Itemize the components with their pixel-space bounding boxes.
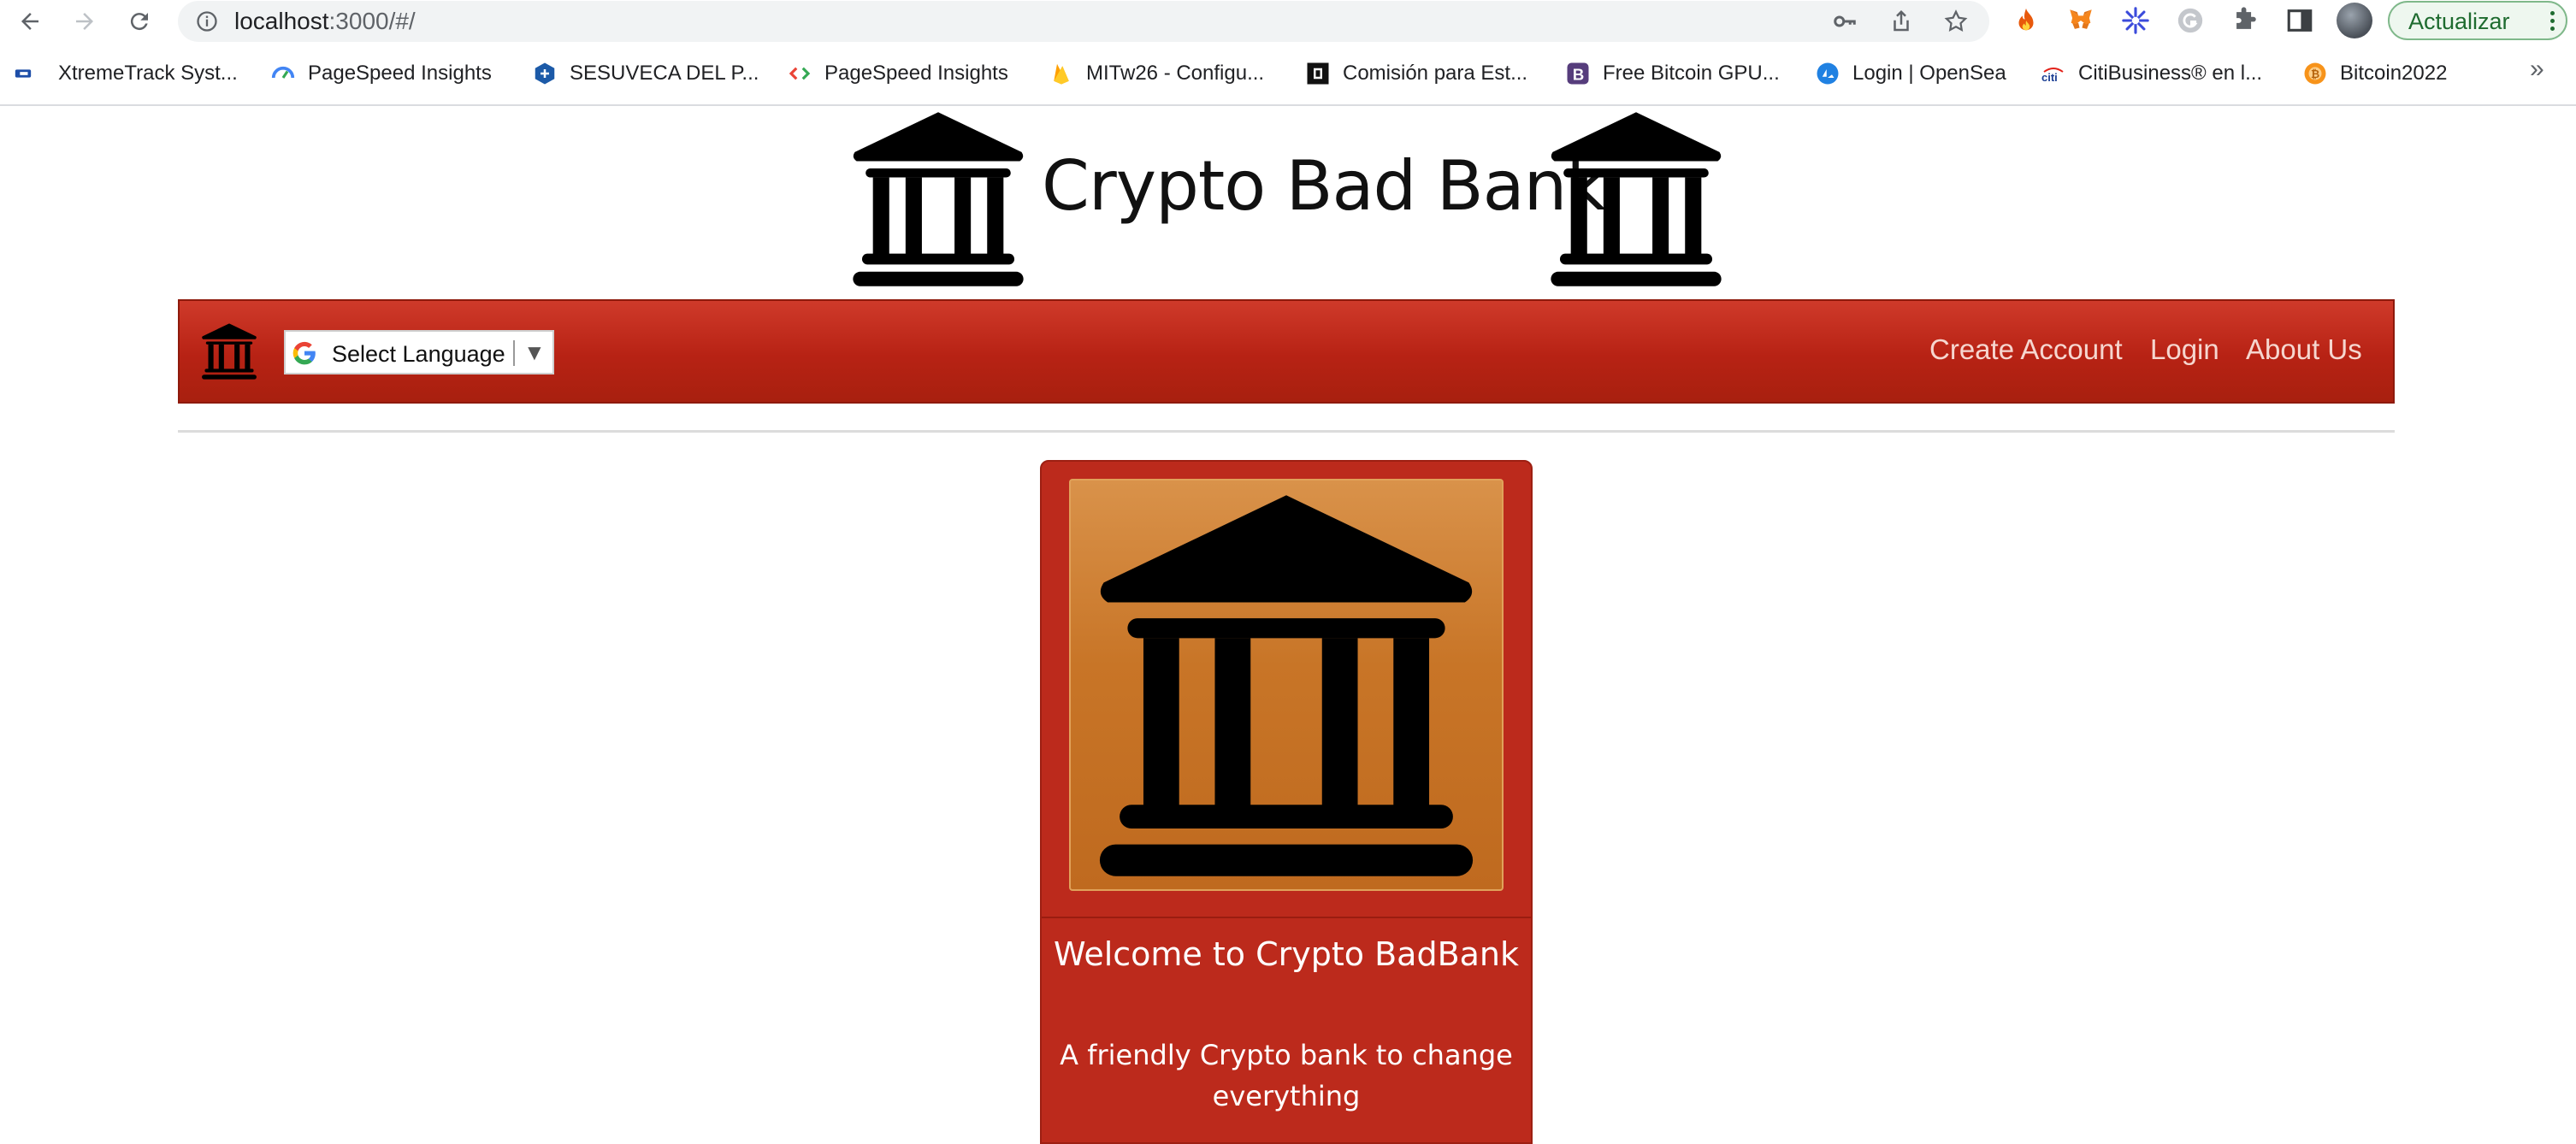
url-host: localhost — [234, 8, 329, 34]
firebase-icon — [1049, 61, 1074, 86]
page-content: Crypto Bad Bank Select Language ▼ Create… — [0, 106, 2576, 1144]
reload-button[interactable] — [121, 3, 157, 39]
language-select[interactable]: Select Language ▼ — [284, 330, 554, 374]
bookmark-item[interactable]: XtremeTrack Syst... — [14, 58, 238, 89]
bookmarks-bar: XtremeTrack Syst... PageSpeed Insights S… — [0, 43, 2576, 106]
profile-avatar[interactable] — [2337, 3, 2372, 38]
bootstrap-icon: B — [1565, 61, 1591, 86]
sesuveca-icon — [532, 61, 558, 86]
bookmark-label: XtremeTrack Syst... — [58, 62, 238, 85]
side-panel-button[interactable] — [2284, 4, 2316, 37]
fire-extension-icon — [2018, 8, 2034, 31]
bookmark-label: CitiBusiness® en l... — [2078, 62, 2263, 85]
bank-logo-icon[interactable] — [200, 321, 258, 381]
grammarly-extension-button[interactable] — [2174, 4, 2207, 37]
svg-text:B: B — [1573, 66, 1585, 84]
back-button[interactable] — [12, 3, 48, 39]
update-label: Actualizar — [2408, 9, 2510, 34]
update-button[interactable]: Actualizar — [2388, 1, 2567, 40]
puzzle-extensions-icon — [2236, 7, 2256, 29]
grammarly-extension-icon — [2177, 8, 2203, 33]
share-button[interactable] — [1887, 7, 1916, 36]
bank-icon — [1545, 109, 1728, 290]
pagespeed-code-icon — [787, 61, 812, 86]
key-icon — [1834, 15, 1856, 27]
language-select-label: Select Language — [332, 341, 505, 367]
bank-icon — [847, 109, 1030, 290]
bookmark-item[interactable]: ₿ Bitcoin2022 — [2302, 58, 2447, 89]
share-icon — [1894, 9, 1909, 32]
card-text: A friendly Crypto bank to change everyth… — [1060, 1039, 1513, 1112]
bookmarks-overflow-button[interactable]: » — [2530, 55, 2544, 84]
nav-about-us[interactable]: About Us — [2246, 333, 2362, 366]
card-image — [1069, 479, 1504, 891]
welcome-card: Welcome to Crypto BadBank A friendly Cry… — [1040, 460, 1533, 1144]
browser-toolbar: localhost:3000/#/ Actualizar — [0, 0, 2576, 43]
bookmark-label: Free Bitcoin GPU... — [1603, 62, 1780, 85]
bookmark-label: PageSpeed Insights — [824, 62, 1008, 85]
nav-create-account[interactable]: Create Account — [1929, 333, 2123, 366]
bookmark-star-icon — [1944, 9, 1968, 32]
bookmark-label: Login | OpenSea — [1852, 62, 2006, 85]
bookmark-item[interactable]: Login | OpenSea — [1815, 58, 2006, 89]
svg-text:citi: citi — [2041, 71, 2058, 84]
bank-icon — [1088, 487, 1485, 884]
bookmark-item[interactable]: B Free Bitcoin GPU... — [1565, 58, 1780, 89]
reload-icon — [130, 13, 148, 31]
forward-icon — [76, 13, 93, 30]
bookmark-label: SESUVECA DEL P... — [570, 62, 759, 85]
site-info-icon[interactable] — [195, 9, 219, 33]
divider — [178, 430, 2395, 433]
bookmark-label: Bitcoin2022 — [2340, 62, 2448, 85]
sparkle-extension-button[interactable] — [2119, 4, 2152, 37]
side-panel-icon — [2287, 9, 2313, 32]
bookmark-item[interactable]: SESUVECA DEL P... — [532, 58, 759, 89]
bookmark-item[interactable]: PageSpeed Insights — [270, 58, 492, 89]
card-title: Welcome to Crypto BadBank — [1053, 935, 1520, 973]
comision-icon — [1305, 61, 1331, 86]
bookmark-star-button[interactable] — [1941, 7, 1970, 36]
extensions-button[interactable] — [2229, 4, 2261, 37]
bookmark-item[interactable]: MITw26 - Configu... — [1049, 58, 1264, 89]
opensea-icon — [1815, 61, 1840, 86]
forward-button[interactable] — [67, 3, 103, 39]
divider — [1042, 917, 1531, 918]
google-icon — [292, 341, 316, 365]
xtremetrack-icon — [14, 61, 32, 86]
bookmark-label: MITw26 - Configu... — [1086, 62, 1265, 85]
sparkle-extension-icon — [2122, 7, 2149, 34]
bookmark-item[interactable]: Comisión para Est... — [1305, 58, 1527, 89]
metamask-extension-icon — [2070, 9, 2092, 29]
site-title: Crypto Bad Bank — [1042, 146, 1606, 226]
more-menu-icon[interactable] — [2550, 11, 2555, 32]
bitcoin-icon: ₿ — [2302, 61, 2328, 86]
url-path: :3000/#/ — [328, 8, 416, 34]
password-key-button[interactable] — [1830, 7, 1859, 36]
navbar: Select Language ▼ Create Account Login A… — [178, 299, 2395, 404]
fire-extension-button[interactable] — [2010, 4, 2042, 37]
nav-login[interactable]: Login — [2150, 333, 2219, 366]
bookmark-label: PageSpeed Insights — [308, 62, 492, 85]
bookmark-item[interactable]: citi CitiBusiness® en l... — [2041, 58, 2262, 89]
bookmark-label: Comisión para Est... — [1343, 62, 1528, 85]
pagespeed-icon — [270, 61, 296, 86]
bookmark-item[interactable]: PageSpeed Insights — [787, 58, 1008, 89]
metamask-extension-button[interactable] — [2065, 4, 2097, 37]
url-text[interactable]: localhost:3000/#/ — [234, 8, 416, 35]
address-bar[interactable]: localhost:3000/#/ — [178, 1, 1989, 42]
divider — [513, 340, 515, 366]
back-icon — [21, 13, 38, 30]
citi-icon: citi — [2041, 61, 2066, 86]
dropdown-arrow-icon: ▼ — [523, 339, 546, 365]
svg-text:₿: ₿ — [2311, 68, 2319, 80]
site-header: Crypto Bad Bank — [0, 106, 2576, 294]
